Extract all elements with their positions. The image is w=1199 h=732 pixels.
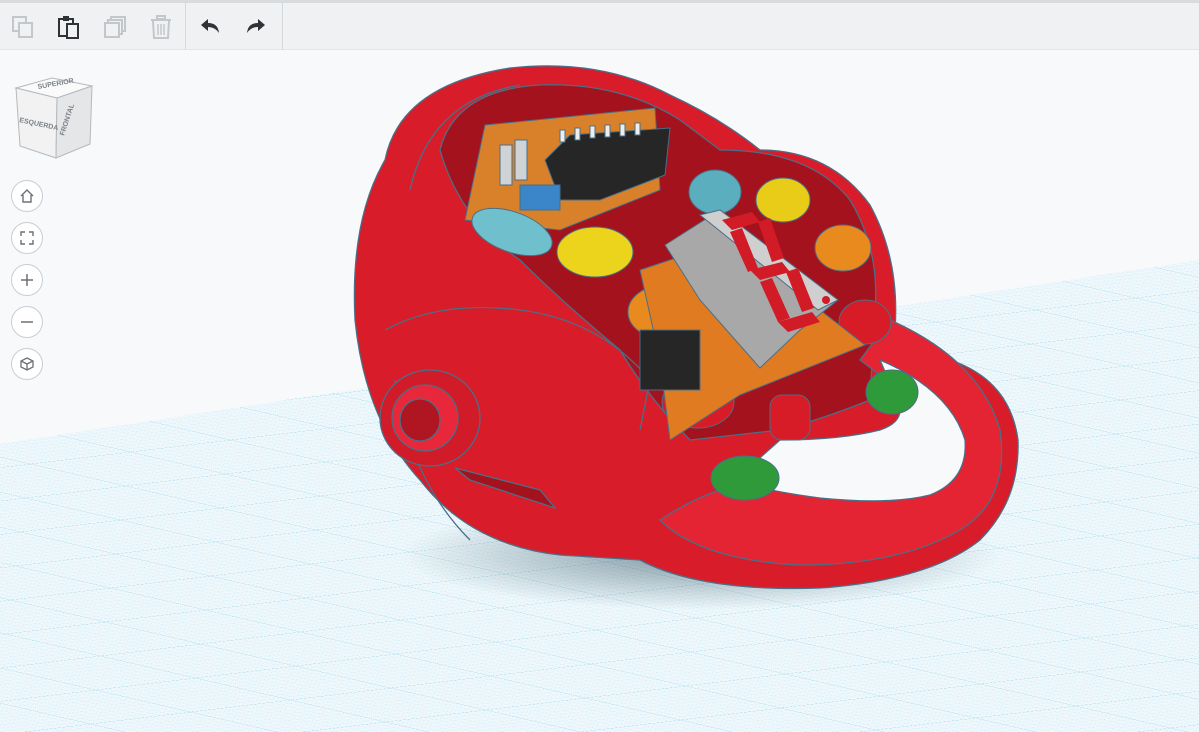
led-orange <box>814 224 872 272</box>
home-icon <box>20 189 34 203</box>
led-yellow <box>556 226 634 278</box>
zoom-out-button[interactable] <box>11 306 43 338</box>
duplicate-button[interactable] <box>92 4 138 50</box>
duplicate-icon <box>104 15 126 38</box>
zoom-out-icon <box>21 321 33 323</box>
led-cyan <box>688 169 742 215</box>
zoom-in-icon <box>21 274 33 286</box>
perspective-icon <box>20 357 34 371</box>
workplane-scene[interactable] <box>0 50 1199 732</box>
delete-button[interactable] <box>138 4 184 50</box>
edit-tools <box>0 3 184 50</box>
undo-button[interactable] <box>187 4 233 50</box>
history-tools <box>187 3 279 50</box>
fit-view-button[interactable] <box>11 222 43 254</box>
led-yellow <box>755 177 811 223</box>
toolbar <box>0 0 1199 50</box>
led-green <box>710 455 780 501</box>
viewcube[interactable]: SUPERIOR ESQUERDA FRONTAL <box>12 76 96 169</box>
copy-button[interactable] <box>0 4 46 50</box>
paste-button[interactable] <box>46 4 92 50</box>
led-green <box>865 369 919 415</box>
toolbar-divider <box>185 3 186 50</box>
paste-icon <box>58 15 79 39</box>
trash-icon <box>151 14 171 39</box>
perspective-button[interactable] <box>11 348 43 380</box>
undo-icon <box>201 18 219 33</box>
home-view-button[interactable] <box>11 180 43 212</box>
copy-icon <box>12 15 33 38</box>
3d-viewport[interactable]: SUPERIOR ESQUERDA FRONTAL <box>0 50 1199 732</box>
fit-icon <box>20 231 34 245</box>
redo-icon <box>247 18 265 33</box>
toolbar-divider <box>282 3 283 50</box>
zoom-in-button[interactable] <box>11 264 43 296</box>
redo-button[interactable] <box>233 4 279 50</box>
